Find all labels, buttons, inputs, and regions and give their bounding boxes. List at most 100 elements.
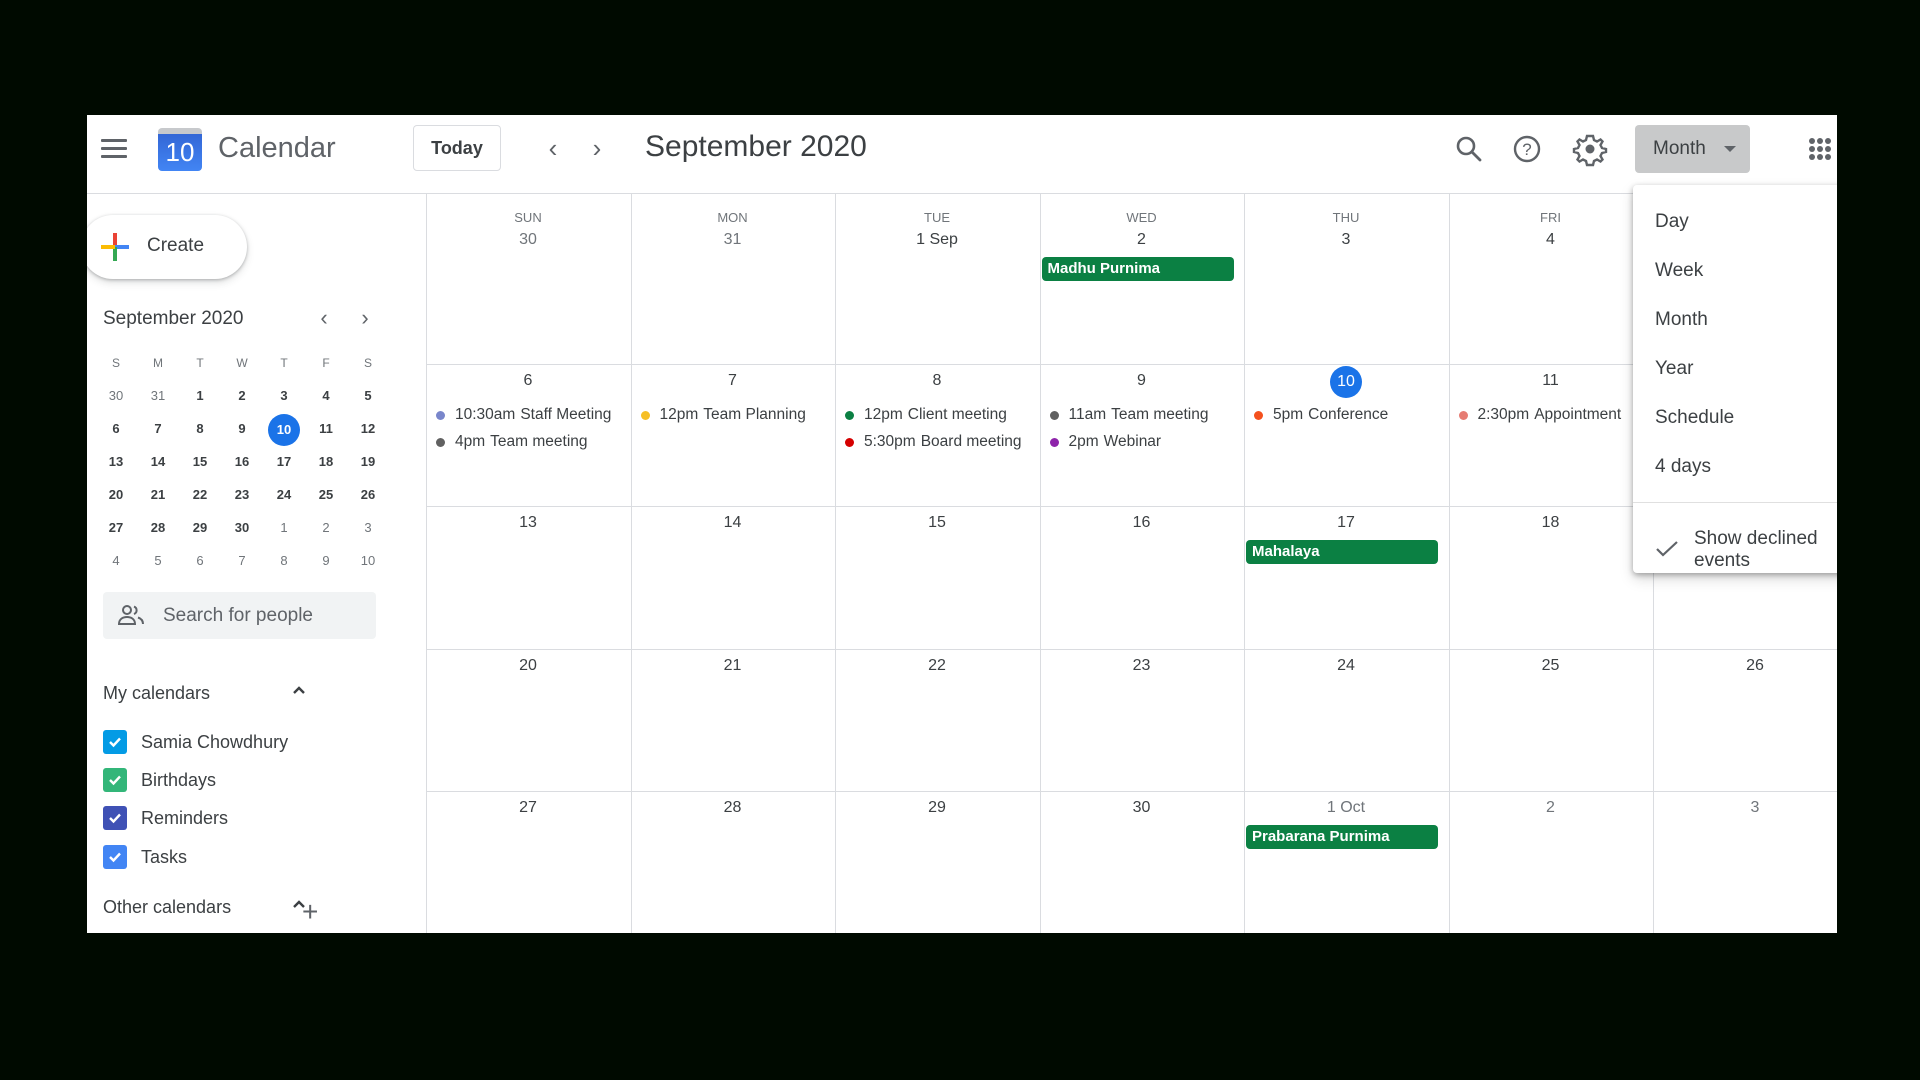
mini-day[interactable]: 19 [347, 447, 389, 477]
mini-day[interactable]: 29 [179, 513, 221, 543]
mini-day[interactable]: 11 [305, 414, 347, 444]
mini-day[interactable]: 2 [305, 513, 347, 543]
my-calendars-title[interactable]: My calendars [103, 683, 210, 704]
show-declined-events-toggle[interactable]: Show declined events [1633, 525, 1837, 574]
mini-day[interactable]: 24 [263, 480, 305, 510]
timed-event[interactable]: 11am Team meeting [1049, 404, 1240, 426]
mini-calendar-next-button[interactable]: › [353, 305, 377, 331]
mini-day[interactable]: 3 [263, 381, 305, 411]
mini-day[interactable]: 13 [95, 447, 137, 477]
day-cell[interactable]: SUN 30 [426, 193, 630, 364]
date-number[interactable]: 3 [1653, 799, 1837, 817]
timed-event[interactable]: 4pm Team meeting [436, 431, 626, 453]
mini-day[interactable]: 1 [179, 381, 221, 411]
date-number[interactable]: 29 [835, 799, 1039, 817]
date-number[interactable]: 25 [1449, 657, 1653, 675]
day-cell[interactable]: 24 [1244, 649, 1448, 791]
calendar-checkbox[interactable] [103, 806, 127, 830]
mini-day[interactable]: 6 [95, 414, 137, 444]
day-cell[interactable]: 17 Mahalaya [1244, 506, 1448, 649]
mini-day[interactable]: 17 [263, 447, 305, 477]
day-cell[interactable]: THU 3 [1244, 193, 1448, 364]
view-option-day[interactable]: Day [1633, 197, 1837, 246]
view-option-4-days[interactable]: 4 days [1633, 442, 1837, 491]
mini-day[interactable]: 5 [137, 546, 179, 576]
view-option-year[interactable]: Year [1633, 344, 1837, 393]
mini-day[interactable]: 23 [221, 480, 263, 510]
mini-day[interactable]: 30 [221, 513, 263, 543]
date-number[interactable]: 7 [631, 372, 835, 390]
date-number[interactable]: 6 [426, 372, 630, 390]
calendar-item[interactable]: Tasks [103, 843, 187, 871]
date-number[interactable]: 1 Sep [835, 231, 1039, 249]
calendar-item[interactable]: Birthdays [103, 766, 216, 794]
day-cell[interactable]: FRI 4 [1449, 193, 1653, 364]
mini-day[interactable]: 21 [137, 480, 179, 510]
date-number[interactable]: 23 [1040, 657, 1244, 675]
day-cell[interactable]: 20 [426, 649, 630, 791]
calendar-checkbox[interactable] [103, 768, 127, 792]
app-title[interactable]: Calendar [218, 132, 336, 165]
day-cell[interactable]: 21 [631, 649, 835, 791]
calendar-checkbox[interactable] [103, 845, 127, 869]
view-selector-button[interactable]: Month [1635, 125, 1750, 173]
date-number[interactable]: 30 [1040, 799, 1244, 817]
date-number[interactable]: 8 [835, 372, 1039, 390]
mini-day[interactable]: 14 [137, 447, 179, 477]
mini-day[interactable]: 1 [263, 513, 305, 543]
date-number[interactable]: 30 [426, 231, 630, 249]
day-cell[interactable]: 8 12pm Client meeting 5:30pm Board meeting [835, 364, 1039, 506]
mini-day[interactable]: 7 [137, 414, 179, 444]
calendar-item[interactable]: Reminders [103, 804, 228, 832]
search-button[interactable] [1451, 131, 1487, 167]
date-number[interactable]: 4 [1449, 231, 1653, 249]
date-number[interactable]: 2 [1449, 799, 1653, 817]
my-calendars-collapse-button[interactable] [288, 681, 310, 704]
help-button[interactable]: ? [1509, 131, 1545, 167]
day-cell[interactable]: TUE 1 Sep [835, 193, 1039, 364]
previous-period-button[interactable]: ‹ [539, 135, 567, 163]
date-number[interactable]: 14 [631, 514, 835, 532]
mini-day[interactable]: 20 [95, 480, 137, 510]
mini-day[interactable]: 16 [221, 447, 263, 477]
mini-day[interactable]: 31 [137, 381, 179, 411]
day-cell[interactable]: 23 [1040, 649, 1244, 791]
mini-day[interactable]: 8 [263, 546, 305, 576]
mini-day[interactable]: 18 [305, 447, 347, 477]
timed-event[interactable]: 2pm Webinar [1049, 431, 1240, 453]
date-number[interactable]: 15 [835, 514, 1039, 532]
mini-day[interactable]: 9 [221, 414, 263, 444]
other-calendars-title[interactable]: Other calendars [103, 897, 231, 918]
date-number[interactable]: 31 [631, 231, 835, 249]
day-cell[interactable]: 25 [1449, 649, 1653, 791]
day-cell[interactable]: 29 [835, 791, 1039, 933]
calendar-item[interactable]: Samia Chowdhury [103, 728, 288, 756]
all-day-event[interactable]: Prabarana Purnima [1246, 825, 1438, 849]
day-cell[interactable]: 16 [1040, 506, 1244, 649]
date-number[interactable]: 9 [1040, 372, 1244, 390]
mini-day[interactable]: 2 [221, 381, 263, 411]
day-cell[interactable]: 2 [1449, 791, 1653, 933]
mini-day[interactable]: 6 [179, 546, 221, 576]
search-people-input[interactable] [161, 600, 365, 632]
timed-event[interactable]: 12pm Team Planning [640, 404, 831, 426]
day-cell[interactable]: 13 [426, 506, 630, 649]
date-number[interactable]: 22 [835, 657, 1039, 675]
timed-event[interactable]: 5pm Conference [1254, 404, 1444, 426]
day-cell[interactable]: 1 Oct Prabarana Purnima [1244, 791, 1448, 933]
all-day-event[interactable]: Mahalaya [1246, 540, 1438, 564]
date-number[interactable]: 27 [426, 799, 630, 817]
date-number[interactable]: 18 [1449, 514, 1653, 532]
day-cell[interactable]: 22 [835, 649, 1039, 791]
other-calendars-collapse-button[interactable] [288, 895, 310, 918]
mini-day[interactable]: 10 [347, 546, 389, 576]
mini-day[interactable]: 12 [347, 414, 389, 444]
calendar-logo[interactable]: 10 [158, 128, 202, 171]
day-cell[interactable]: 18 [1449, 506, 1653, 649]
calendar-checkbox[interactable] [103, 730, 127, 754]
apps-button[interactable] [1809, 138, 1831, 160]
mini-day[interactable]: 30 [95, 381, 137, 411]
settings-button[interactable] [1572, 131, 1608, 167]
view-option-week[interactable]: Week [1633, 246, 1837, 295]
today-date[interactable]: 10 [1244, 366, 1448, 398]
